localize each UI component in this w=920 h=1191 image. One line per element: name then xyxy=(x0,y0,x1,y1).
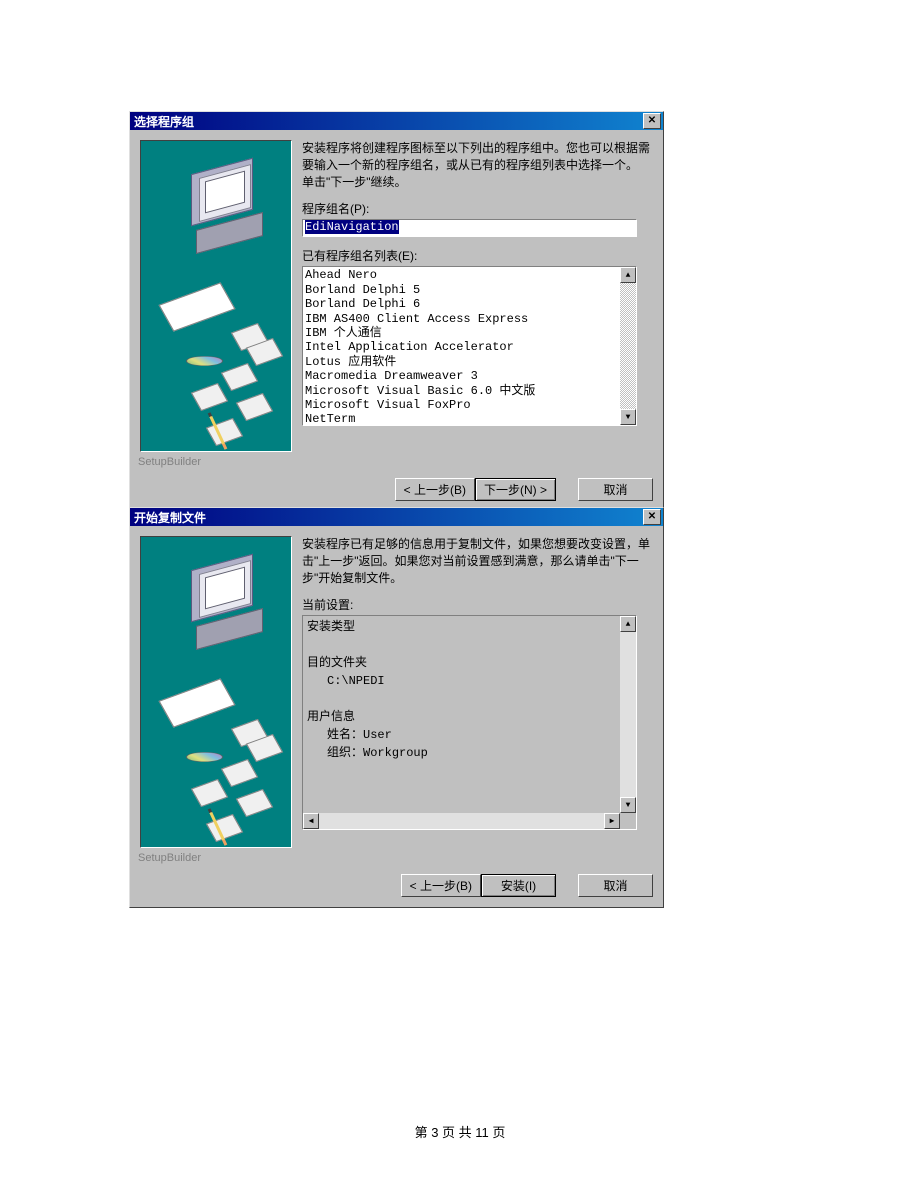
current-settings-box: 安装类型 目的文件夹 C:\NPEDI 用户信息 姓名：User 组织：Work… xyxy=(302,615,637,830)
titlebar-2[interactable]: 开始复制文件 ✕ xyxy=(130,508,663,526)
setup-graphic-1 xyxy=(140,140,292,452)
list-item[interactable]: Microsoft Visual Basic 6.0 中文版 xyxy=(305,384,634,398)
list-item[interactable]: Macromedia Dreamweaver 3 xyxy=(305,369,634,383)
list-item[interactable]: IBM AS400 Client Access Express xyxy=(305,312,634,326)
page-number: 第 3 页 共 11 页 xyxy=(0,1122,920,1141)
scroll-up-icon[interactable]: ▲ xyxy=(620,267,636,283)
program-group-label: 程序组名(P): xyxy=(302,200,653,217)
dialog-description-1: 安装程序将创建程序图标至以下列出的程序组中。您也可以根据需要输入一个新的程序组名… xyxy=(302,140,653,190)
user-org-value: Workgroup xyxy=(363,746,428,760)
scroll-down-icon[interactable]: ▼ xyxy=(620,797,636,813)
cancel-button-1[interactable]: 取消 xyxy=(578,478,653,501)
dialog-title-2: 开始复制文件 xyxy=(134,509,643,526)
scroll-right-icon[interactable]: ▶ xyxy=(604,813,620,829)
existing-groups-listbox[interactable]: Ahead Nero Borland Delphi 5 Borland Delp… xyxy=(302,266,637,426)
install-type-heading: 安装类型 xyxy=(307,618,616,636)
dialog-title-1: 选择程序组 xyxy=(134,113,643,130)
settings-vscrollbar[interactable]: ▲ ▼ xyxy=(620,616,636,813)
cancel-button-2[interactable]: 取消 xyxy=(578,874,653,897)
back-button-2[interactable]: < 上一步(B) xyxy=(401,874,481,897)
scroll-down-icon[interactable]: ▼ xyxy=(620,409,636,425)
titlebar-1[interactable]: 选择程序组 ✕ xyxy=(130,112,663,130)
existing-groups-label: 已有程序组名列表(E): xyxy=(302,247,653,264)
dest-folder-value: C:\NPEDI xyxy=(307,672,616,690)
close-icon[interactable]: ✕ xyxy=(643,113,661,129)
dialog-description-2: 安装程序已有足够的信息用于复制文件，如果您想要改变设置，单击"上一步"返回。如果… xyxy=(302,536,653,586)
back-button-1[interactable]: < 上一步(B) xyxy=(395,478,475,501)
list-item[interactable]: Lotus 应用软件 xyxy=(305,355,634,369)
setup-builder-label-2: SetupBuilder xyxy=(130,852,663,868)
list-item[interactable]: Borland Delphi 6 xyxy=(305,297,634,311)
list-item[interactable]: Ahead Nero xyxy=(305,268,634,282)
settings-hscrollbar[interactable]: ◀ ▶ xyxy=(303,813,620,829)
next-button-1[interactable]: 下一步(N) > xyxy=(475,478,556,501)
list-item[interactable]: NetTerm xyxy=(305,412,634,426)
list-item[interactable]: Microsoft Visual FoxPro xyxy=(305,398,634,412)
listbox-scrollbar[interactable]: ▲ ▼ xyxy=(620,267,636,425)
user-name-label: 姓名： xyxy=(327,728,363,742)
program-group-input[interactable]: EdiNavigation xyxy=(302,219,637,237)
setup-graphic-2 xyxy=(140,536,292,848)
listbox-content: Ahead Nero Borland Delphi 5 Borland Delp… xyxy=(303,267,636,426)
list-item[interactable]: Intel Application Accelerator xyxy=(305,340,634,354)
dest-folder-heading: 目的文件夹 xyxy=(307,654,616,672)
list-item[interactable]: Borland Delphi 5 xyxy=(305,283,634,297)
scroll-up-icon[interactable]: ▲ xyxy=(620,616,636,632)
user-info-heading: 用户信息 xyxy=(307,708,616,726)
current-settings-label: 当前设置: xyxy=(302,596,653,613)
install-button[interactable]: 安装(I) xyxy=(481,874,556,897)
start-copying-files-dialog: 开始复制文件 ✕ 安装程 xyxy=(129,507,664,908)
close-icon[interactable]: ✕ xyxy=(643,509,661,525)
user-org-label: 组织： xyxy=(327,746,363,760)
scroll-left-icon[interactable]: ◀ xyxy=(303,813,319,829)
setup-builder-label-1: SetupBuilder xyxy=(130,456,663,472)
user-name-value: User xyxy=(363,728,392,742)
list-item[interactable]: IBM 个人通信 xyxy=(305,326,634,340)
select-program-group-dialog: 选择程序组 ✕ 安装程序 xyxy=(129,111,664,512)
